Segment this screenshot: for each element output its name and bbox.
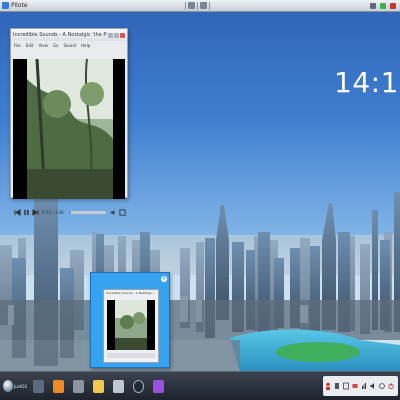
fullscreen-icon[interactable] <box>119 208 126 216</box>
preview-title: Incredible Sounds - A Nostalgic... <box>106 291 156 295</box>
start-button[interactable]: JustOS <box>0 380 30 392</box>
orange-app-icon <box>52 379 64 393</box>
system-tray <box>323 376 398 396</box>
time-readout: 0:12 / 3:46 <box>42 209 64 215</box>
menu-file[interactable]: File <box>14 43 21 48</box>
taskbar-launcher[interactable] <box>50 376 66 396</box>
window-preview-popup[interactable]: × Incredible Sounds - A Nostalgic... <box>90 272 170 368</box>
taskbar-launcher[interactable] <box>30 376 46 396</box>
settings-icon[interactable] <box>334 382 340 390</box>
minimize-button[interactable] <box>108 32 113 38</box>
menu-sound[interactable]: Sound <box>64 43 77 48</box>
window-list-icon[interactable] <box>200 2 208 9</box>
preview-video <box>107 300 155 350</box>
taskbar-launcher[interactable] <box>150 376 166 396</box>
battery-icon[interactable] <box>380 2 387 9</box>
volume-tray-icon[interactable] <box>370 382 376 390</box>
document-icon <box>92 379 104 393</box>
network-icon[interactable] <box>370 2 377 9</box>
close-button[interactable] <box>120 32 125 38</box>
window-title: Incredible Sounds - A Nostalgic 'the Pic… <box>13 32 107 38</box>
divider <box>185 1 187 10</box>
panel-center-controls <box>181 1 214 10</box>
menu-edit[interactable]: Edit <box>26 43 34 48</box>
preview-controls <box>107 353 155 358</box>
app-icon <box>2 2 9 9</box>
taskbar-launcher[interactable] <box>110 376 126 396</box>
top-panel: Pilote <box>0 0 400 12</box>
next-icon[interactable] <box>32 208 39 216</box>
menu-bar: File Edit View Go Sound Help <box>11 41 127 50</box>
divider <box>209 1 211 10</box>
workspace-switcher-icon[interactable] <box>188 2 196 9</box>
calendar-icon[interactable] <box>342 382 349 390</box>
preview-thumbnail[interactable]: Incredible Sounds - A Nostalgic... <box>103 289 159 363</box>
start-orb-icon <box>3 380 13 392</box>
maximize-button[interactable] <box>114 32 119 38</box>
video-frame <box>27 59 113 199</box>
playback-controls: 0:12 / 3:46 <box>13 205 127 219</box>
menu-go[interactable]: Go <box>53 43 59 48</box>
taskbar: JustOS <box>0 371 400 400</box>
pause-icon[interactable] <box>23 209 30 216</box>
clock-tray-icon[interactable] <box>378 382 385 390</box>
app-menu-button[interactable]: Pilote <box>0 1 30 10</box>
media-player-icon <box>132 379 144 393</box>
window-titlebar[interactable]: Incredible Sounds - A Nostalgic 'the Pic… <box>11 29 127 41</box>
folder-icon <box>72 379 84 393</box>
taskbar-launcher[interactable] <box>90 376 106 396</box>
divider <box>197 1 199 10</box>
video-area[interactable] <box>13 59 125 199</box>
volume-icon[interactable] <box>110 209 117 216</box>
launcher-bar <box>30 376 170 396</box>
video-player-window[interactable]: Incredible Sounds - A Nostalgic 'the Pic… <box>10 28 128 216</box>
preview-frame <box>115 300 147 350</box>
mail-icon[interactable] <box>352 382 358 390</box>
power-icon[interactable] <box>390 2 397 9</box>
menu-help[interactable]: Help <box>81 43 90 48</box>
previous-icon[interactable] <box>14 208 21 216</box>
files-icon <box>32 379 44 393</box>
desktop: Pilote 14:10 Incredible Sounds - A Nosta… <box>0 0 400 400</box>
taskbar-launcher[interactable] <box>70 376 86 396</box>
paint-icon <box>152 379 164 393</box>
power-tray-icon[interactable] <box>387 382 394 390</box>
app-label: Pilote <box>11 2 28 9</box>
seek-bar-fill <box>68 210 72 214</box>
image-icon <box>112 379 124 393</box>
start-label: JustOS <box>13 383 27 389</box>
network-tray-icon[interactable] <box>361 382 367 390</box>
close-icon[interactable]: × <box>161 276 167 282</box>
desktop-clock: 14:10 <box>334 66 400 99</box>
menu-view[interactable]: View <box>38 43 48 48</box>
seek-bar[interactable] <box>68 210 106 214</box>
user-icon[interactable] <box>325 382 331 390</box>
taskbar-launcher[interactable] <box>130 376 146 396</box>
panel-tray <box>366 1 400 10</box>
